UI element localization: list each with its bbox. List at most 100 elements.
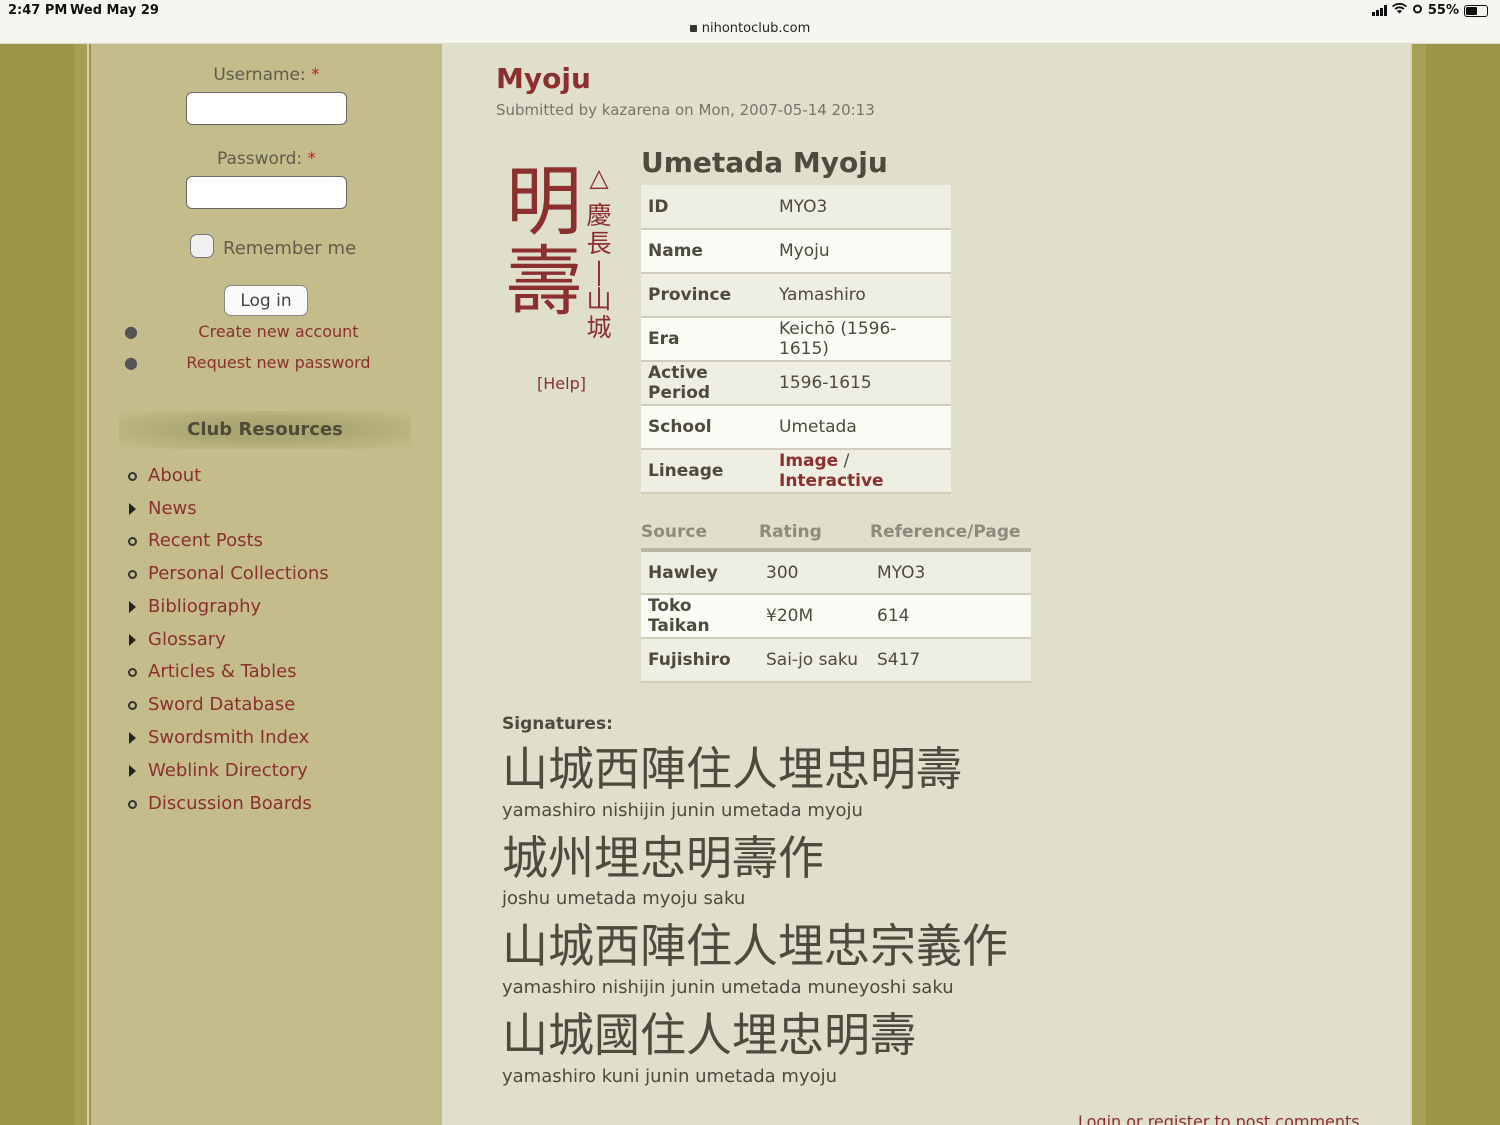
lineage-image-link[interactable]: Image xyxy=(779,451,838,471)
page-frame-left xyxy=(75,44,89,1125)
remember-me-checkbox[interactable] xyxy=(190,234,214,258)
info-key: Name xyxy=(641,229,772,274)
circle-bullet-icon xyxy=(128,800,137,809)
password-input[interactable] xyxy=(186,176,347,209)
expand-arrow-icon xyxy=(129,634,136,646)
remember-me-label[interactable]: Remember me xyxy=(223,238,356,259)
info-key: Lineage xyxy=(641,449,772,494)
submitted-info: Submitted by kazarena on Mon, 2007-05-14… xyxy=(496,101,875,119)
circle-bullet-icon xyxy=(128,472,137,481)
mei-kanji-side: △ 慶 長 | 山 城 xyxy=(586,163,612,342)
nav-item-bibliography[interactable]: Bibliography xyxy=(91,596,442,622)
smith-title: Umetada Myoju xyxy=(641,146,888,179)
lineage-interactive-link[interactable]: Interactive xyxy=(779,471,884,491)
table-row: School Umetada xyxy=(641,405,951,450)
required-mark: * xyxy=(311,65,320,85)
create-account-link[interactable]: Create new account xyxy=(91,322,466,341)
status-date: Wed May 29 xyxy=(70,3,159,18)
info-value: Keichō (1596-1615) xyxy=(772,317,951,362)
status-indicators: 55% xyxy=(1371,2,1488,18)
info-key: ID xyxy=(641,185,772,230)
help-link[interactable]: [Help] xyxy=(537,374,586,393)
mei-kanji-large: 明 壽 xyxy=(506,157,582,326)
club-resources-title: Club Resources xyxy=(119,411,411,449)
nav-label[interactable]: Glossary xyxy=(148,629,226,650)
circle-bullet-icon xyxy=(128,668,137,677)
info-value: Umetada xyxy=(772,405,951,450)
nav-label[interactable]: Discussion Boards xyxy=(148,793,312,814)
column-header: Reference/Page xyxy=(870,516,1031,552)
source-name: Fujishiro xyxy=(641,638,759,683)
url-text: nihontoclub.com xyxy=(701,21,811,36)
username-input[interactable] xyxy=(186,92,347,125)
login-button[interactable]: Log in xyxy=(224,285,308,316)
signature-kanji: 山城西陣住人埋忠明壽 xyxy=(502,742,962,796)
username-label: Username: * xyxy=(213,65,320,85)
url-bar[interactable]: nihontoclub.com xyxy=(0,21,1500,36)
sidebar: Username: * Password: * Remember me Log … xyxy=(91,44,442,1125)
expand-arrow-icon xyxy=(129,503,136,515)
nav-label[interactable]: Swordsmith Index xyxy=(148,727,309,748)
column-header: Rating xyxy=(759,516,870,552)
signatures-heading: Signatures: xyxy=(502,714,613,734)
table-row: Toko Taikan ¥20M 614 xyxy=(641,594,1031,639)
table-header-row: Source Rating Reference/Page xyxy=(641,516,1031,552)
nav-item-discussion-boards[interactable]: Discussion Boards xyxy=(91,793,442,819)
signature-kanji: 城州埋忠明壽作 xyxy=(502,831,824,885)
signature-kanji: 山城西陣住人埋忠宗義作 xyxy=(502,919,1008,973)
nav-item-articles-tables[interactable]: Articles & Tables xyxy=(91,661,442,687)
login-to-comment-link[interactable]: Login or register to post comments xyxy=(1078,1112,1360,1125)
source-rating: ¥20M xyxy=(759,594,870,639)
nav-item-glossary[interactable]: Glossary xyxy=(91,629,442,655)
column-header: Source xyxy=(641,516,759,552)
smith-info-table: ID MYO3 Name Myoju Province Yamashiro Er… xyxy=(641,185,951,494)
main-content: Myoju Submitted by kazarena on Mon, 2007… xyxy=(442,44,1410,1125)
nav-label[interactable]: Weblink Directory xyxy=(148,760,308,781)
nav-item-swordsmith-index[interactable]: Swordsmith Index xyxy=(91,727,442,753)
battery-percent: 55% xyxy=(1427,3,1459,18)
circle-bullet-icon xyxy=(128,537,137,546)
request-password-link[interactable]: Request new password xyxy=(91,353,466,372)
nav-item-personal-collections[interactable]: Personal Collections xyxy=(91,563,442,589)
required-mark: * xyxy=(307,149,317,169)
nav-label[interactable]: News xyxy=(148,498,197,519)
nav-label[interactable]: Articles & Tables xyxy=(148,661,297,682)
browser-status-bar: 2:47 PM Wed May 29 55% nihontoclub.com xyxy=(0,0,1500,44)
source-reference: MYO3 xyxy=(870,550,1031,595)
circle-bullet-icon xyxy=(128,570,137,579)
nav-item-news[interactable]: News xyxy=(91,498,442,524)
table-row: Name Myoju xyxy=(641,229,951,274)
source-reference: 614 xyxy=(870,594,1031,639)
info-key: Active Period xyxy=(641,361,772,406)
info-value: Image / Interactive xyxy=(772,449,951,494)
info-key: School xyxy=(641,405,772,450)
nav-label[interactable]: About xyxy=(148,465,201,486)
signature-romaji: yamashiro nishijin junin umetada myoju xyxy=(502,800,863,821)
nav-item-sword-database[interactable]: Sword Database xyxy=(91,694,442,720)
nav-item-about[interactable]: About xyxy=(91,465,442,491)
source-name: Hawley xyxy=(641,550,759,595)
wifi-icon xyxy=(1391,2,1407,18)
table-row: Active Period 1596-1615 xyxy=(641,361,951,406)
expand-arrow-icon xyxy=(129,765,136,777)
table-row: Hawley 300 MYO3 xyxy=(641,550,1031,595)
expand-arrow-icon xyxy=(129,601,136,613)
signature-romaji: joshu umetada myoju saku xyxy=(502,888,746,909)
alarm-icon xyxy=(1412,3,1423,18)
source-rating: Sai-jo saku xyxy=(759,638,870,683)
nav-label[interactable]: Personal Collections xyxy=(148,563,329,584)
battery-icon xyxy=(1464,4,1488,17)
nav-item-weblink-directory[interactable]: Weblink Directory xyxy=(91,760,442,786)
nav-label[interactable]: Sword Database xyxy=(148,694,295,715)
password-label: Password: * xyxy=(216,149,317,169)
signature-romaji: yamashiro kuni junin umetada myoju xyxy=(502,1066,838,1087)
source-rating-table: Source Rating Reference/Page Hawley 300 … xyxy=(641,516,1031,683)
source-reference: S417 xyxy=(870,638,1031,683)
info-key: Province xyxy=(641,273,772,318)
table-row: ID MYO3 xyxy=(641,185,951,230)
nav-label[interactable]: Bibliography xyxy=(148,596,261,617)
nav-label[interactable]: Recent Posts xyxy=(148,530,263,551)
info-value: MYO3 xyxy=(772,185,951,230)
nav-item-recent-posts[interactable]: Recent Posts xyxy=(91,530,442,556)
signature-romaji: yamashiro nishijin junin umetada muneyos… xyxy=(502,977,954,998)
